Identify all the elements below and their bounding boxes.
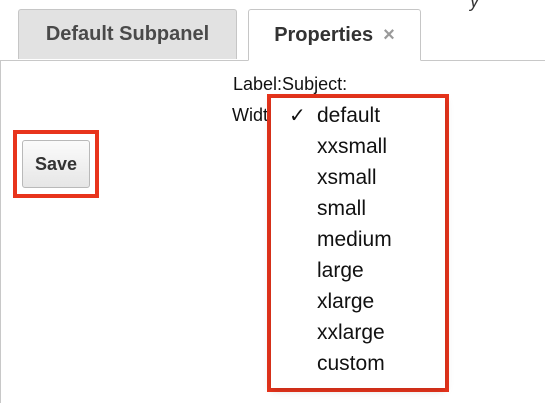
dropdown-option-custom[interactable]: custom [271, 348, 445, 379]
dropdown-option-label: xxlarge [317, 320, 385, 344]
close-icon[interactable]: × [383, 24, 395, 47]
dropdown-option-label: large [317, 258, 364, 282]
tab-bar: Default Subpanel Properties × [0, 0, 545, 61]
label-field-label: Label: [233, 74, 283, 94]
dropdown-option-label: xsmall [317, 165, 377, 189]
dropdown-option-label: default [317, 103, 381, 127]
checkmark-icon: ✓ [289, 105, 306, 127]
dropdown-option-label: xlarge [317, 289, 375, 313]
dropdown-option-small[interactable]: small [271, 193, 445, 224]
width-field-label: Widt [232, 105, 268, 125]
dropdown-option-xxlarge[interactable]: xxlarge [271, 317, 445, 348]
tab-default-subpanel-label: Default Subpanel [45, 23, 210, 45]
dropdown-option-xsmall[interactable]: xsmall [271, 162, 445, 193]
dropdown-option-label: small [317, 196, 367, 220]
dropdown-option-large[interactable]: large [271, 255, 445, 286]
label-field-row: Label:Subject: [233, 74, 347, 95]
dropdown-option-xlarge[interactable]: xlarge [271, 286, 445, 317]
dropdown-option-label: medium [317, 227, 392, 251]
width-dropdown-menu[interactable]: ✓ default xxsmall xsmall small medium large xla… [271, 98, 445, 388]
tab-properties-label: Properties [274, 23, 374, 46]
dropdown-option-label: custom [317, 351, 385, 375]
tab-default-subpanel[interactable]: Default Subpanel [18, 9, 237, 59]
dropdown-option-label: xxsmall [317, 134, 388, 158]
save-button[interactable]: Save [22, 140, 90, 188]
label-field-value: Subject: [282, 74, 348, 94]
tab-properties[interactable]: Properties × [248, 9, 421, 61]
panel-left-border [0, 60, 1, 403]
dropdown-option-medium[interactable]: medium [271, 224, 445, 255]
dropdown-option-xxsmall[interactable]: xxsmall [271, 131, 445, 162]
dropdown-option-default[interactable]: ✓ default [271, 100, 445, 131]
